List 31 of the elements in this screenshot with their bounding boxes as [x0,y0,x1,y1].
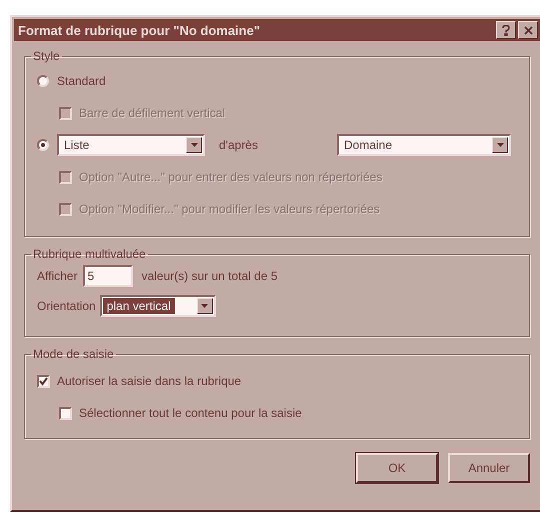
show-label: Afficher [37,269,78,283]
radio-label: Standard [57,74,106,88]
close-button[interactable] [518,21,538,39]
dialog-button[interactable]: Annuler [448,453,530,483]
group-title: Rubrique multivaluée [32,247,147,261]
checkbox-label: Barre de défilement vertical [79,106,226,120]
help-button[interactable] [496,21,516,39]
caret-icon [201,304,208,308]
total-text: valeur(s) sur un total de 5 [141,269,278,283]
checkbox-label: Option "Modifier..." pour modifier les valeurs répertoriées [79,202,380,216]
dialog-button[interactable]: OK [356,453,438,483]
radio-button[interactable] [37,139,49,151]
help-icon [502,24,510,36]
caret-icon [496,143,504,147]
checkbox-label: Autoriser la saisie dans la rubrique [57,374,242,388]
close-icon [524,26,532,34]
dropdown[interactable]: Liste [57,134,205,156]
count-field[interactable]: 5 [83,265,134,287]
group-title: Style [32,49,61,63]
window-title: Format de rubrique pour "No domaine" [18,22,262,38]
checkbox-label: Option "Autre..." pour entrer des valeurs non répertoriées [79,170,382,184]
dropdown[interactable]: Domaine [337,134,511,156]
orientation-label: Orientation [37,299,96,313]
after-label: d'après [219,138,259,152]
caret-icon [190,143,198,147]
checkbox[interactable] [59,406,72,420]
group-title: Mode de saisie [32,347,115,361]
dropdown[interactable]: plan vertical [100,295,216,317]
checkbox-label: Sélectionner tout le contenu pour la saisie [79,406,302,420]
checkbox[interactable] [37,374,50,388]
radio-button[interactable] [37,75,49,87]
